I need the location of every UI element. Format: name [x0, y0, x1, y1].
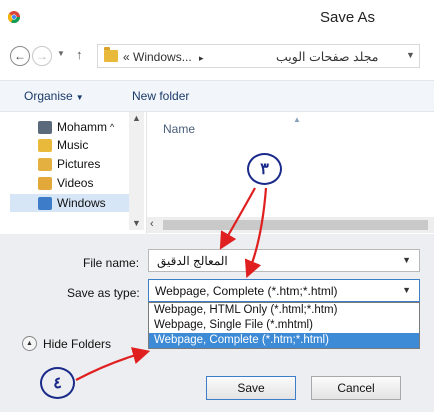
nav-item-windows[interactable]: Windows: [10, 194, 130, 212]
file-list-pane[interactable]: ▲ Name ‹: [146, 112, 434, 234]
save-as-type-options: Webpage, HTML Only (*.html;*.htm) Webpag…: [148, 302, 420, 349]
arrow-right-icon: →: [36, 49, 48, 63]
caret-down-icon: ▼: [75, 93, 84, 102]
pictures-folder-icon: [38, 157, 52, 171]
arrow-left-icon: ←: [14, 49, 26, 63]
nav-item-label: Music: [57, 138, 89, 152]
arrow-up-icon: ↑: [76, 47, 83, 62]
user-folder-icon: [38, 120, 52, 134]
up-button[interactable]: ↑: [76, 47, 83, 62]
hide-folders-label: Hide Folders: [43, 336, 112, 351]
organise-menu[interactable]: Organise ▼: [24, 89, 84, 103]
navigation-bar: ← → ▼ ↑ « Windows... ▸ مجلد صفحات الويب …: [0, 34, 434, 78]
collapse-up-icon: ▲: [22, 336, 37, 351]
scrollbar-thumb[interactable]: [163, 220, 428, 230]
save-button[interactable]: Save: [206, 376, 296, 400]
back-button[interactable]: ←: [10, 46, 30, 66]
column-header-name[interactable]: Name: [163, 122, 195, 136]
address-current-folder[interactable]: مجلد صفحات الويب: [276, 49, 378, 64]
navigation-pane: Mohamm ^ Music Pictures Videos Windows ▲…: [0, 112, 146, 234]
nav-item-pictures[interactable]: Pictures: [38, 155, 100, 173]
address-dropdown-chevron-icon[interactable]: ▼: [406, 50, 415, 60]
scroll-down-icon[interactable]: ▼: [129, 218, 144, 228]
annotation-marker-3: ٣: [247, 153, 282, 185]
nav-item-label: Mohamm: [57, 120, 108, 134]
new-folder-button[interactable]: New folder: [132, 89, 189, 103]
file-list-scrollbar[interactable]: ‹: [147, 217, 434, 233]
chevron-down-icon: ▼: [57, 49, 65, 58]
hide-folders-toggle[interactable]: ▲ Hide Folders: [22, 336, 111, 351]
chevron-down-icon[interactable]: ▼: [402, 285, 411, 295]
nav-item-user[interactable]: Mohamm ^: [38, 118, 114, 136]
nav-pane-scrollbar[interactable]: ▲ ▼: [129, 112, 144, 230]
collapse-caret-icon[interactable]: ^: [110, 122, 114, 132]
chrome-icon: [8, 11, 20, 23]
file-name-field[interactable]: المعالج الدقيق ▼: [148, 249, 420, 272]
videos-folder-icon: [38, 176, 52, 190]
title-bar: Save As: [0, 0, 434, 34]
breadcrumb-separator: ▸: [199, 53, 204, 63]
sort-ascending-icon: ▲: [293, 115, 301, 124]
type-option[interactable]: Webpage, Single File (*.mhtml): [149, 318, 419, 333]
folder-icon: [104, 47, 118, 62]
drive-icon: [38, 196, 52, 210]
recent-locations-dropdown[interactable]: ▼: [57, 49, 65, 58]
file-name-value: المعالج الدقيق: [157, 254, 228, 268]
save-as-type-value: Webpage, Complete (*.htm;*.html): [155, 284, 338, 298]
command-toolbar: Organise ▼ New folder: [0, 80, 434, 112]
scroll-left-icon[interactable]: ‹: [150, 218, 154, 230]
address-path-prefix[interactable]: « Windows...: [123, 50, 192, 64]
address-bar[interactable]: « Windows... ▸ مجلد صفحات الويب ▼: [97, 44, 420, 68]
nav-item-videos[interactable]: Videos: [38, 174, 93, 192]
organise-label: Organise: [24, 89, 73, 103]
window-title: Save As: [320, 9, 376, 26]
nav-item-label: Videos: [57, 176, 94, 190]
type-option[interactable]: Webpage, HTML Only (*.html;*.htm): [149, 303, 419, 318]
music-folder-icon: [38, 138, 52, 152]
forward-button[interactable]: →: [32, 46, 52, 66]
annotation-marker-4: ٤: [40, 367, 75, 399]
nav-item-label: Pictures: [57, 157, 101, 171]
nav-item-label: Windows: [57, 196, 106, 210]
save-as-type-label: Save as type:: [67, 286, 140, 300]
cancel-button[interactable]: Cancel: [311, 376, 401, 400]
type-option-selected[interactable]: Webpage, Complete (*.htm;*.html): [149, 333, 419, 348]
file-name-label: File name:: [83, 256, 140, 270]
chevron-down-icon[interactable]: ▼: [402, 255, 411, 265]
scroll-up-icon[interactable]: ▲: [129, 113, 144, 123]
nav-item-music[interactable]: Music: [38, 136, 88, 154]
save-as-type-select[interactable]: Webpage, Complete (*.htm;*.html) ▼: [148, 279, 420, 302]
